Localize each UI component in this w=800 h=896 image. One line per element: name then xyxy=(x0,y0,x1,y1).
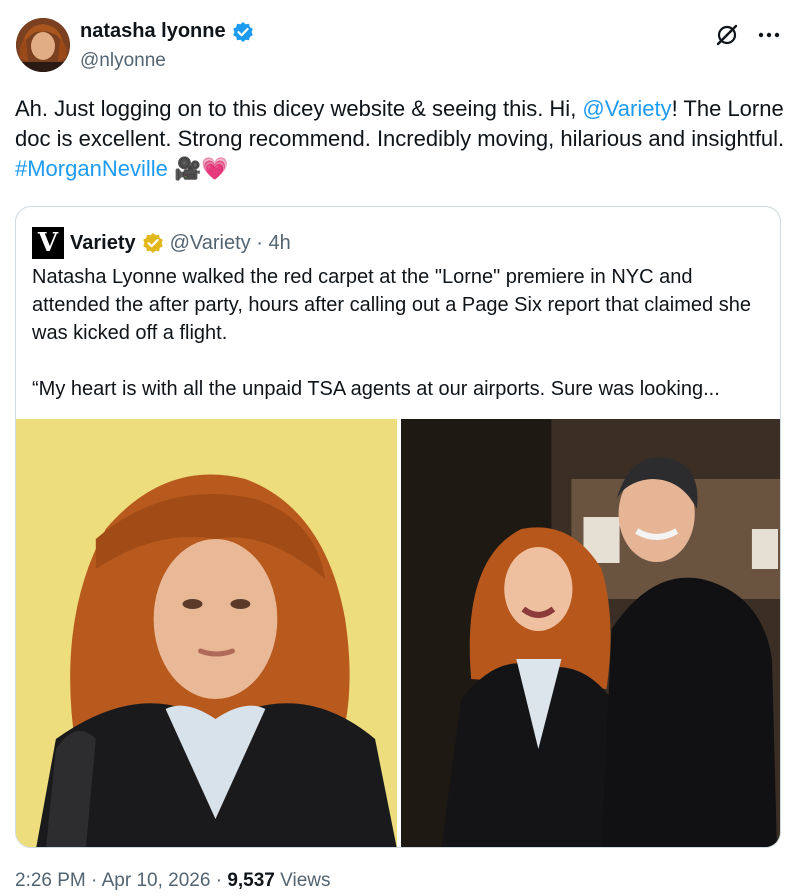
variety-mention-link[interactable]: @Variety xyxy=(582,96,671,121)
footer-separator-2: · xyxy=(210,870,228,891)
variety-logo: V xyxy=(32,227,64,259)
tweet-header: natasha lyonne @nlyonne xyxy=(14,14,786,78)
tweet-emoji: 🎥💗 xyxy=(167,156,229,181)
views-count: 9,537 xyxy=(227,870,275,891)
author-handle[interactable]: @nlyonne xyxy=(80,50,166,72)
tweet-text: Ah. Just logging on to this dicey websit… xyxy=(15,94,785,184)
quoted-tweet[interactable]: V Variety @Variety · 4h Natasha Lyonne w… xyxy=(15,206,781,848)
views-label: Views xyxy=(280,870,331,891)
quoted-author-name: Variety xyxy=(70,231,136,254)
quoted-paragraph-2: “My heart is with all the unpaid TSA age… xyxy=(32,378,720,400)
tweet-time[interactable]: 2:26 PM xyxy=(15,870,86,891)
verified-badge-icon xyxy=(232,21,253,42)
portrait-photo[interactable] xyxy=(16,419,397,847)
quoted-text: Natasha Lyonne walked the red carpet at … xyxy=(32,263,772,431)
quoted-media xyxy=(16,419,780,847)
footer-separator-1: · xyxy=(85,870,102,891)
red-carpet-photo[interactable] xyxy=(401,419,780,847)
tweet-date[interactable]: Apr 10, 2026 xyxy=(102,870,211,891)
quoted-handle-time: @Variety · 4h xyxy=(169,231,291,254)
morganneville-hashtag-link[interactable]: #MorganNeville xyxy=(15,156,168,181)
grok-icon[interactable] xyxy=(714,22,740,48)
author-avatar[interactable] xyxy=(16,18,70,72)
author-name[interactable]: natasha lyonne xyxy=(80,20,226,43)
tweet-text-start: Ah. Just logging on to this dicey websit… xyxy=(15,96,583,121)
more-options-icon[interactable] xyxy=(756,22,782,48)
tweet-footer: 2:26 PM · Apr 10, 2026 · 9,537 Views xyxy=(15,870,330,892)
gold-verified-badge-icon xyxy=(142,233,163,253)
quoted-paragraph-1: Natasha Lyonne walked the red carpet at … xyxy=(32,266,751,344)
